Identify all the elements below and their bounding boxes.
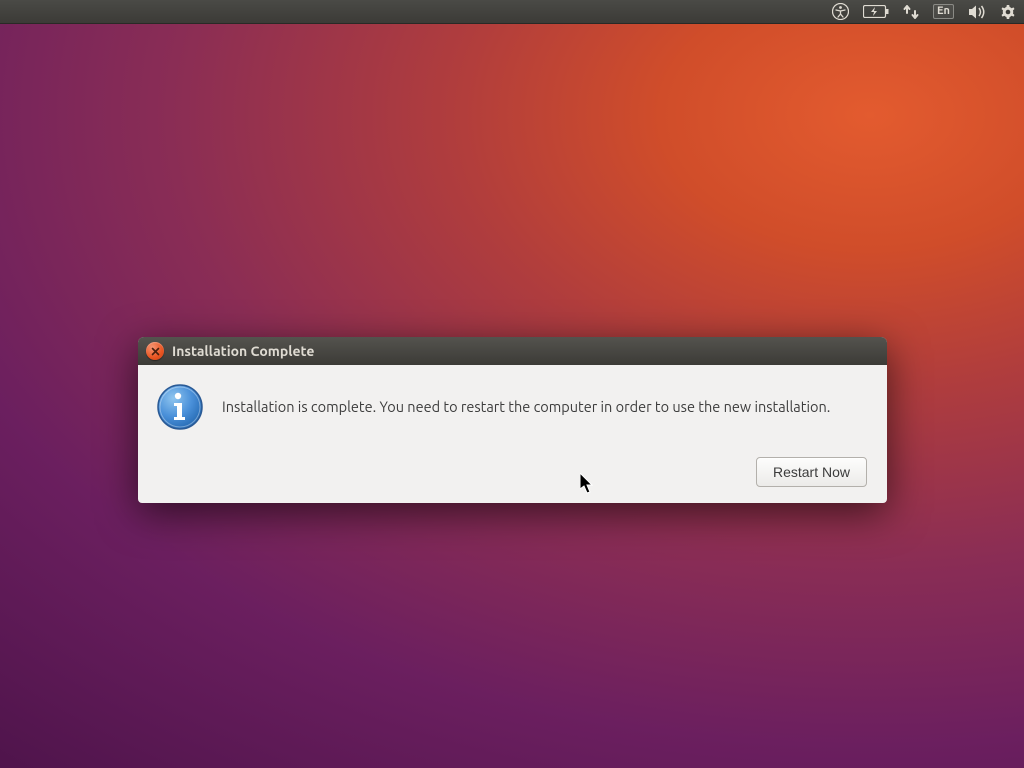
dialog-titlebar[interactable]: Installation Complete [138,337,887,365]
dialog-body: Installation is complete. You need to re… [138,365,887,503]
installation-complete-dialog: Installation Complete [138,337,887,503]
settings-gear-icon[interactable] [1000,0,1016,23]
battery-icon[interactable] [863,0,889,23]
dialog-message: Installation is complete. You need to re… [222,398,830,417]
network-icon[interactable] [903,0,919,23]
system-menubar: En [0,0,1024,24]
info-icon [156,383,204,431]
accessibility-icon[interactable] [832,0,849,23]
dialog-title: Installation Complete [172,343,314,359]
language-indicator[interactable]: En [933,0,954,23]
dialog-content-row: Installation is complete. You need to re… [156,383,867,431]
volume-icon[interactable] [968,0,986,23]
restart-now-button[interactable]: Restart Now [756,457,867,487]
language-label: En [933,4,954,19]
close-button[interactable] [146,342,164,360]
dialog-button-row: Restart Now [156,457,867,487]
